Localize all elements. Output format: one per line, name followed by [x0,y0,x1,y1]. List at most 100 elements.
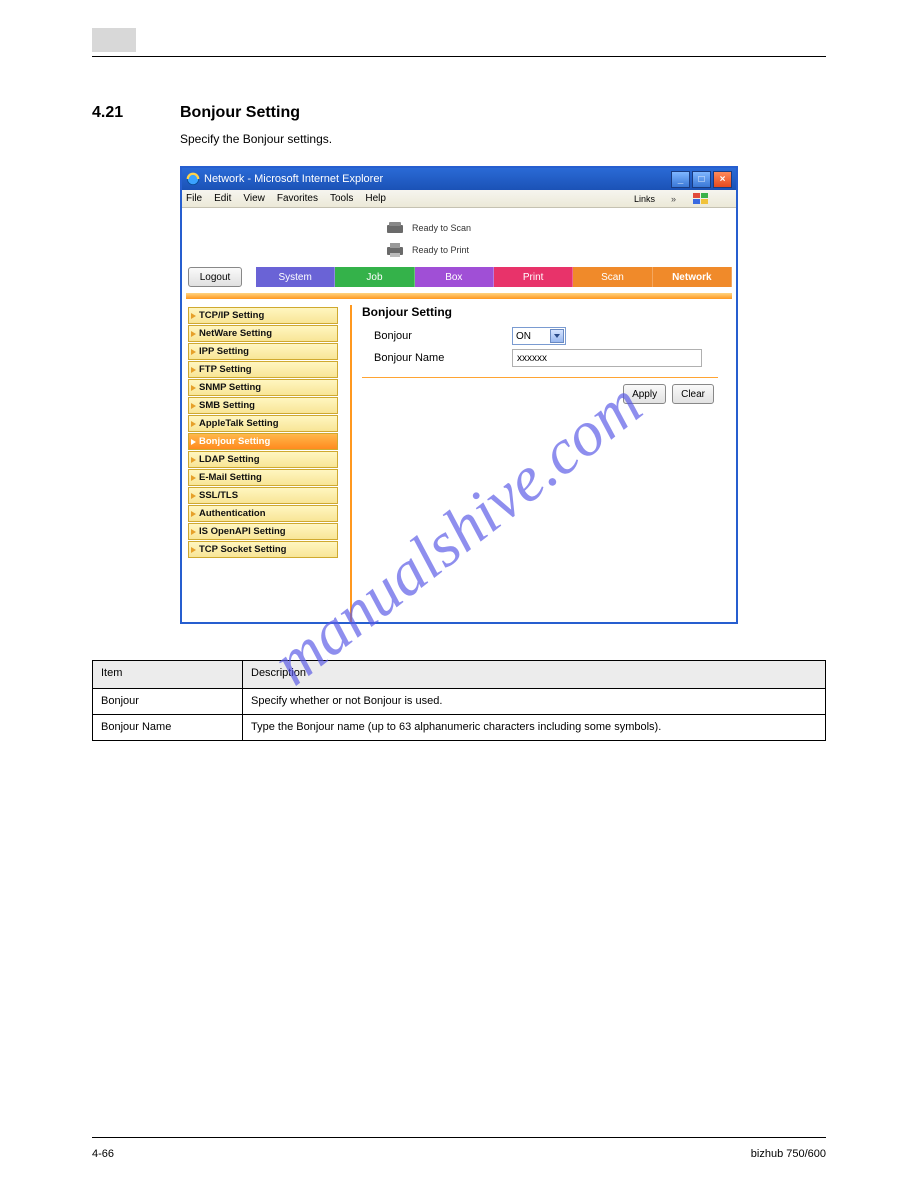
sidebar-item-label: SNMP Setting [199,382,261,393]
sidebar: TCP/IP Setting NetWare Setting IPP Setting… [186,305,340,624]
sidebar-item-label: TCP Socket Setting [199,544,286,555]
sidebar-item-label: AppleTalk Setting [199,418,279,429]
triangle-right-icon [191,331,196,337]
triangle-right-icon [191,403,196,409]
sidebar-item-label: SMB Setting [199,400,255,411]
hr-bottom [92,1137,826,1138]
th-desc: Description [243,661,826,689]
status-scan-text: Ready to Scan [412,223,471,233]
titlebar: Network - Microsoft Internet Explorer _ … [182,168,736,190]
triangle-right-icon [191,421,196,427]
triangle-right-icon [191,511,196,517]
status-print: Ready to Print [386,239,732,261]
minimize-button[interactable]: _ [671,171,690,188]
sidebar-item-label: Bonjour Setting [199,436,270,447]
bonjour-name-input[interactable]: xxxxxx [512,349,702,367]
triangle-right-icon [191,457,196,463]
tab-print[interactable]: Print [494,267,573,287]
tab-job[interactable]: Job [335,267,414,287]
sidebar-item-label: LDAP Setting [199,454,260,465]
sidebar-item-label: Authentication [199,508,266,519]
table-row: Bonjour Name Type the Bonjour name (up t… [93,715,826,741]
scanner-icon [386,220,406,236]
links-label: Links [634,194,655,204]
page-number: 4-66 [92,1148,114,1160]
triangle-right-icon [191,367,196,373]
model-number: bizhub 750/600 [751,1148,826,1160]
sidebar-item-label: SSL/TLS [199,490,238,501]
table-row: Bonjour Specify whether or not Bonjour i… [93,689,826,715]
section-description: Specify the Bonjour settings. [180,132,332,146]
bonjour-select[interactable]: ON [512,327,566,345]
hr-top [92,56,826,57]
sidebar-item-label: NetWare Setting [199,328,272,339]
tab-scan[interactable]: Scan [573,267,652,287]
bonjour-name-label: Bonjour Name [362,352,512,364]
triangle-right-icon [191,313,196,319]
menubar: File Edit View Favorites Tools Help Link… [182,190,736,208]
status-print-text: Ready to Print [412,245,469,255]
sidebar-item-label: FTP Setting [199,364,252,375]
td-desc: Type the Bonjour name (up to 63 alphanum… [243,715,826,741]
triangle-right-icon [191,385,196,391]
ie-icon [186,172,200,186]
triangle-right-icon [191,493,196,499]
triangle-right-icon [191,349,196,355]
sidebar-item-snmp-setting[interactable]: SNMP Setting [188,379,338,396]
triangle-right-icon [191,529,196,535]
close-button[interactable]: × [713,171,732,188]
sidebar-item-tcp-ip-setting[interactable]: TCP/IP Setting [188,307,338,324]
sidebar-item-authentication[interactable]: Authentication [188,505,338,522]
menu-tools[interactable]: Tools [330,193,353,204]
triangle-right-icon [191,439,196,445]
tab-box[interactable]: Box [415,267,494,287]
browser-window: Network - Microsoft Internet Explorer _ … [180,166,738,624]
menu-help[interactable]: Help [365,193,386,204]
chapter-badge [92,28,136,52]
bonjour-select-value: ON [516,331,531,342]
chevron-right-icon: » [671,194,676,204]
section-title: Bonjour Setting [180,104,300,122]
sidebar-item-tcp-socket-setting[interactable]: TCP Socket Setting [188,541,338,558]
bonjour-name-value: xxxxxx [517,353,547,364]
sidebar-item-e-mail-setting[interactable]: E-Mail Setting [188,469,338,486]
menu-file[interactable]: File [186,193,202,204]
accent-bar [186,293,732,299]
sidebar-item-bonjour-setting[interactable]: Bonjour Setting [188,433,338,450]
menu-view[interactable]: View [243,193,265,204]
bonjour-label: Bonjour [362,330,512,342]
section-number: 4.21 [92,104,123,122]
maximize-button[interactable]: □ [692,171,711,188]
tabbar: Logout System Job Box Print Scan Network [186,267,732,287]
td-item: Bonjour [93,689,243,715]
td-item: Bonjour Name [93,715,243,741]
logout-button[interactable]: Logout [188,267,242,287]
tab-network[interactable]: Network [653,267,732,287]
sidebar-item-smb-setting[interactable]: SMB Setting [188,397,338,414]
sidebar-item-ssl-tls[interactable]: SSL/TLS [188,487,338,504]
sidebar-item-label: IPP Setting [199,346,249,357]
tab-system[interactable]: System [256,267,335,287]
status-area: Ready to Scan Ready to Print [186,213,732,267]
pane-title: Bonjour Setting [362,305,718,319]
windows-flag-icon [692,192,710,206]
sidebar-item-label: TCP/IP Setting [199,310,264,321]
menu-favorites[interactable]: Favorites [277,193,318,204]
triangle-right-icon [191,475,196,481]
menu-edit[interactable]: Edit [214,193,231,204]
sidebar-item-appletalk-setting[interactable]: AppleTalk Setting [188,415,338,432]
th-item: Item [93,661,243,689]
triangle-right-icon [191,547,196,553]
sidebar-item-netware-setting[interactable]: NetWare Setting [188,325,338,342]
apply-button[interactable]: Apply [623,384,666,404]
sidebar-item-label: IS OpenAPI Setting [199,526,286,537]
description-table: Item Description Bonjour Specify whether… [92,660,826,741]
sidebar-item-is-openapi-setting[interactable]: IS OpenAPI Setting [188,523,338,540]
sidebar-item-ldap-setting[interactable]: LDAP Setting [188,451,338,468]
sidebar-item-ftp-setting[interactable]: FTP Setting [188,361,338,378]
clear-button[interactable]: Clear [672,384,714,404]
printer-icon [386,242,406,258]
links-toolbar[interactable]: Links » [634,192,724,206]
status-scan: Ready to Scan [386,217,732,239]
sidebar-item-ipp-setting[interactable]: IPP Setting [188,343,338,360]
